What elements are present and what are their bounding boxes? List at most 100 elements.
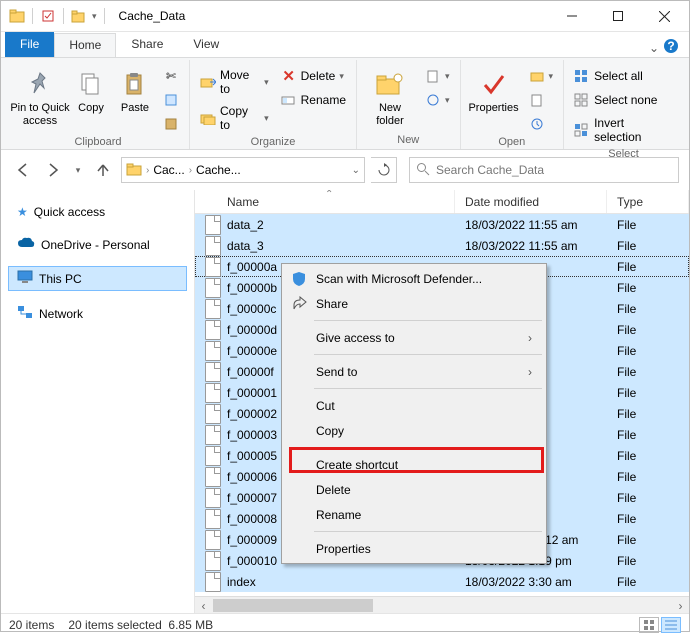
copypath-small-button[interactable] xyxy=(159,90,183,110)
horizontal-scrollbar[interactable]: ‹ › xyxy=(195,596,689,613)
file-row[interactable]: index18/03/2022 3:30 amFile xyxy=(195,571,689,592)
copyto-button[interactable]: Copy to ▾ xyxy=(196,102,273,134)
ctx-send-to[interactable]: Send to › xyxy=(284,359,544,384)
file-row[interactable]: data_218/03/2022 11:55 amFile xyxy=(195,214,689,235)
invertselection-button[interactable]: Invert selection xyxy=(570,114,677,146)
newfolder-qat-icon[interactable] xyxy=(71,8,87,24)
scroll-left-icon[interactable]: ‹ xyxy=(195,597,212,613)
file-date: 18/03/2022 11:55 am xyxy=(455,214,607,235)
newitem-small-button[interactable]: ▾ xyxy=(421,66,454,86)
properties-qat-icon[interactable] xyxy=(40,8,56,24)
file-icon xyxy=(205,215,221,235)
open-icon xyxy=(529,68,545,84)
ctx-cut[interactable]: Cut xyxy=(284,393,544,418)
copy-button[interactable]: Copy xyxy=(71,64,111,115)
selectnone-icon xyxy=(574,92,590,108)
open-small-button[interactable]: ▾ xyxy=(525,66,558,86)
file-type: File xyxy=(607,508,689,529)
ctx-rename[interactable]: Rename xyxy=(284,502,544,527)
minimize-button[interactable] xyxy=(549,1,595,32)
forward-button[interactable] xyxy=(41,158,65,182)
ctx-give-access[interactable]: Give access to › xyxy=(284,325,544,350)
selectnone-button[interactable]: Select none xyxy=(570,90,677,110)
column-date[interactable]: Date modified xyxy=(455,190,607,213)
easyaccess-small-button[interactable]: ▾ xyxy=(421,90,454,110)
ctx-share[interactable]: Share xyxy=(284,291,544,316)
delete-button[interactable]: ✕Delete ▾ xyxy=(277,66,350,86)
submenu-arrow-icon: › xyxy=(528,365,532,379)
file-type: File xyxy=(607,319,689,340)
edit-small-button[interactable] xyxy=(525,90,558,110)
file-type: File xyxy=(607,361,689,382)
edit-icon xyxy=(529,92,545,108)
cut-small-button[interactable]: ✄ xyxy=(159,66,183,86)
breadcrumb-seg-2[interactable]: Cache... xyxy=(196,163,241,177)
column-name[interactable]: Name⌃ xyxy=(195,190,455,213)
ctx-properties[interactable]: Properties xyxy=(284,536,544,561)
ctx-delete[interactable]: Delete xyxy=(284,477,544,502)
tab-share[interactable]: Share xyxy=(116,32,178,57)
qat-dropdown-icon[interactable]: ▾ xyxy=(90,11,97,22)
up-button[interactable] xyxy=(91,158,115,182)
sidebar-item-onedrive[interactable]: OneDrive - Personal xyxy=(9,234,186,255)
newfolder-button[interactable]: New folder xyxy=(363,64,417,128)
help-icon[interactable]: ? xyxy=(663,38,679,57)
collapse-ribbon-icon[interactable]: ⌄ xyxy=(649,41,659,55)
close-button[interactable] xyxy=(641,1,687,32)
ctx-scan-defender[interactable]: Scan with Microsoft Defender... xyxy=(284,266,544,291)
share-arrow-icon xyxy=(290,295,308,313)
file-type: File xyxy=(607,340,689,361)
file-date: 18/03/2022 11:55 am xyxy=(455,235,607,256)
column-type[interactable]: Type xyxy=(607,190,689,213)
recent-dropdown[interactable]: ▾ xyxy=(71,158,85,182)
back-button[interactable] xyxy=(11,158,35,182)
ribbon-group-select: Select all Select none Invert selection … xyxy=(564,60,683,149)
ribbon-group-new: New folder ▾ ▾ New xyxy=(357,60,461,149)
pasteshortcut-small-button[interactable] xyxy=(159,114,183,134)
history-small-button[interactable] xyxy=(525,114,558,134)
sidebar-item-network[interactable]: Network xyxy=(9,302,186,325)
tab-file[interactable]: File xyxy=(5,32,54,57)
file-type: File xyxy=(607,466,689,487)
properties-button[interactable]: Properties xyxy=(467,64,521,115)
rename-button[interactable]: Rename xyxy=(277,90,350,110)
ctx-create-shortcut[interactable]: Create shortcut xyxy=(284,452,544,477)
chevron-right-icon[interactable]: › xyxy=(146,165,149,176)
selectall-button[interactable]: Select all xyxy=(570,66,677,86)
file-name: f_000010 xyxy=(227,554,277,568)
refresh-button[interactable] xyxy=(371,157,397,183)
search-box[interactable]: Search Cache_Data xyxy=(409,157,679,183)
file-icon xyxy=(205,299,221,319)
file-row[interactable]: data_318/03/2022 11:55 amFile xyxy=(195,235,689,256)
file-name: f_000006 xyxy=(227,470,277,484)
maximize-button[interactable] xyxy=(595,1,641,32)
view-details-button[interactable] xyxy=(661,617,681,633)
address-dropdown-icon[interactable]: ⌄ xyxy=(352,165,360,176)
scroll-right-icon[interactable]: › xyxy=(672,597,689,613)
view-thumbnails-button[interactable] xyxy=(639,617,659,633)
file-type: File xyxy=(607,445,689,466)
paste-button[interactable]: Paste xyxy=(115,64,155,115)
sidebar-item-quickaccess[interactable]: ★ Quick access xyxy=(9,202,186,222)
chevron-right-icon[interactable]: › xyxy=(189,165,192,176)
moveto-button[interactable]: Move to ▾ xyxy=(196,66,273,98)
scissors-icon: ✄ xyxy=(163,68,179,84)
pin-quickaccess-button[interactable]: Pin to Quick access xyxy=(13,64,67,128)
scroll-thumb[interactable] xyxy=(213,599,373,612)
column-headers: Name⌃ Date modified Type xyxy=(195,190,689,214)
breadcrumb-seg-1[interactable]: Cac... xyxy=(153,163,184,177)
shield-icon xyxy=(290,270,308,288)
file-icon xyxy=(205,257,221,277)
network-icon xyxy=(17,305,33,322)
ctx-copy[interactable]: Copy xyxy=(284,418,544,443)
tab-view[interactable]: View xyxy=(178,32,234,57)
file-type: File xyxy=(607,487,689,508)
status-selected: 20 items selected 6.85 MB xyxy=(68,618,213,632)
sidebar-item-thispc[interactable]: This PC xyxy=(9,267,186,290)
status-count: 20 items xyxy=(9,618,54,632)
tab-home[interactable]: Home xyxy=(54,33,116,57)
file-type: File xyxy=(607,277,689,298)
file-name: f_00000e xyxy=(227,344,277,358)
address-bar[interactable]: › Cac... › Cache... ⌄ xyxy=(121,157,365,183)
file-name: f_00000b xyxy=(227,281,277,295)
